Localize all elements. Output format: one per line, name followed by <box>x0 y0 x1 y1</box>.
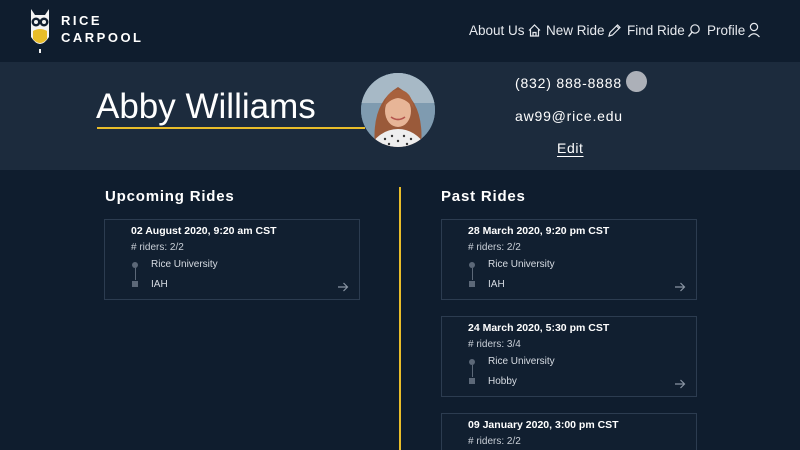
upcoming-ride-card[interactable]: 02 August 2020, 9:20 am CST # riders: 2/… <box>104 219 360 300</box>
avatar <box>361 73 435 147</box>
brand-line-1: RICE <box>61 13 103 28</box>
destination-square-icon <box>132 281 138 287</box>
search-icon <box>687 23 700 37</box>
brand-name[interactable]: RICE CARPOOL <box>61 12 144 46</box>
avatar-photo <box>361 73 435 147</box>
past-ride-card[interactable]: 24 March 2020, 5:30 pm CST # riders: 3/4… <box>441 316 697 397</box>
ride-riders: # riders: 2/2 <box>131 242 184 253</box>
profile-phone: (832) 888-8888 <box>515 75 622 91</box>
route-line <box>471 268 473 280</box>
user-icon <box>748 22 761 38</box>
ride-destination: IAH <box>151 279 168 290</box>
brand-line-2: CARPOOL <box>61 30 144 45</box>
pencil-icon <box>607 23 621 37</box>
ride-riders: # riders: 3/4 <box>468 339 521 350</box>
ride-date: 02 August 2020, 9:20 am CST <box>131 225 277 237</box>
ride-riders: # riders: 2/2 <box>468 436 521 447</box>
nav-find-ride[interactable]: Find Ride <box>627 20 701 40</box>
ride-destination: Hobby <box>488 376 517 387</box>
profile-name: Abby Williams <box>96 87 316 126</box>
past-ride-card[interactable]: 28 March 2020, 9:20 pm CST # riders: 2/2… <box>441 219 697 300</box>
owl-logo-icon[interactable] <box>27 7 53 53</box>
arrow-right-icon[interactable] <box>674 282 686 292</box>
name-underline <box>97 127 365 129</box>
nav-profile[interactable]: Profile <box>707 20 761 40</box>
nav-profile-label: Profile <box>707 22 746 38</box>
profile-email: aw99@rice.edu <box>515 108 623 124</box>
ride-origin: Rice University <box>488 356 555 367</box>
home-icon <box>528 23 540 37</box>
route-line <box>471 365 473 377</box>
nav-new-ride[interactable]: New Ride <box>546 20 622 40</box>
edit-profile-link[interactable]: Edit <box>557 140 584 156</box>
ride-origin: Rice University <box>151 259 218 270</box>
ride-destination: IAH <box>488 279 505 290</box>
upcoming-rides-title: Upcoming Rides <box>105 188 235 205</box>
ride-riders: # riders: 2/2 <box>468 242 521 253</box>
nav-new-ride-label: New Ride <box>546 22 605 38</box>
destination-square-icon <box>469 378 475 384</box>
arrow-right-icon[interactable] <box>337 282 349 292</box>
ride-date: 24 March 2020, 5:30 pm CST <box>468 322 610 334</box>
nav-about-us-label: About Us <box>469 22 525 38</box>
route-line <box>134 268 136 280</box>
destination-square-icon <box>469 281 475 287</box>
column-divider <box>399 187 401 450</box>
ride-origin: Rice University <box>488 259 555 270</box>
ride-date: 28 March 2020, 9:20 pm CST <box>468 225 610 237</box>
ride-date: 09 January 2020, 3:00 pm CST <box>468 419 619 431</box>
nav-find-ride-label: Find Ride <box>627 22 685 38</box>
past-ride-card[interactable]: 09 January 2020, 3:00 pm CST # riders: 2… <box>441 413 697 450</box>
past-rides-title: Past Rides <box>441 188 526 205</box>
arrow-right-icon[interactable] <box>674 379 686 389</box>
cursor-indicator <box>626 71 647 92</box>
nav-about-us[interactable]: About Us <box>469 20 542 40</box>
top-navigation-bar: RICE CARPOOL About Us New Ride Find Ride… <box>0 0 800 62</box>
